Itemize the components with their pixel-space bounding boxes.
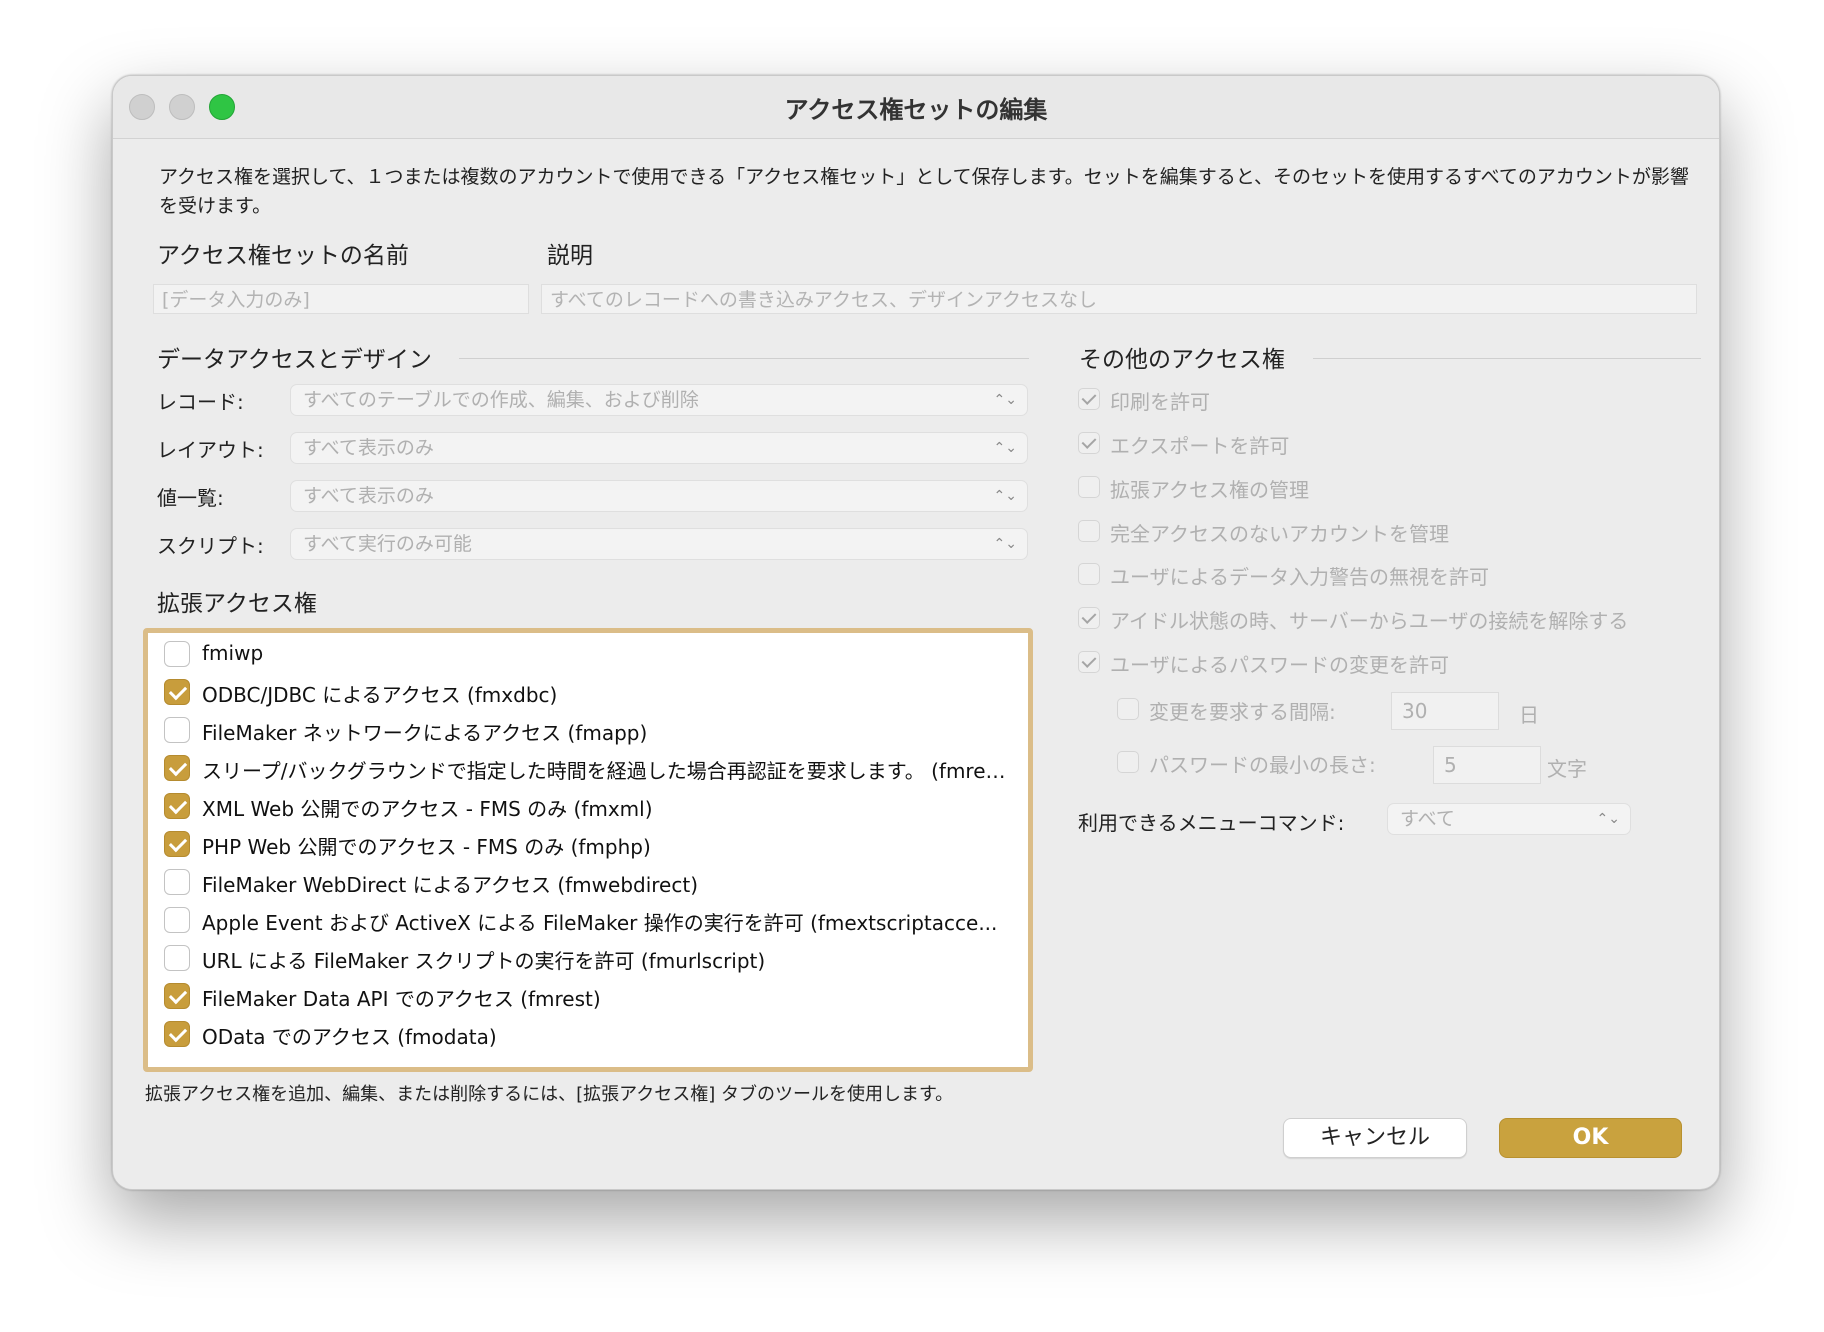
titlebar: アクセス権セットの編集 xyxy=(113,76,1719,139)
layouts-popup[interactable]: すべて表示のみ ⌃⌄ xyxy=(290,432,1028,464)
records-value: すべてのテーブルでの作成、編集、および削除 xyxy=(303,389,699,411)
list-item[interactable]: スリープ/バックグラウンドで指定した時間を経過した場合再認証を要求します。 (f… xyxy=(164,751,1024,787)
ok-button[interactable]: OK xyxy=(1499,1118,1682,1158)
layouts-value: すべて表示のみ xyxy=(303,437,434,459)
scripts-label: スクリプト: xyxy=(157,534,264,558)
change-interval-label: 変更を要求する間隔: xyxy=(1149,700,1336,724)
checkbox-fmapp[interactable] xyxy=(164,717,190,743)
list-item[interactable]: FileMaker ネットワークによるアクセス (fmapp) xyxy=(164,713,1024,749)
checkbox-fmurlscript[interactable] xyxy=(164,945,190,971)
disconnect-idle-label: アイドル状態の時、サーバーからユーザの接続を解除する xyxy=(1110,609,1629,633)
description-field[interactable]: すべてのレコードへの書き込みアクセス、デザインアクセスなし xyxy=(541,284,1697,314)
min-length-label: パスワードの最小の長さ: xyxy=(1149,753,1376,777)
up-down-arrows-icon: ⌃⌄ xyxy=(993,488,1017,504)
up-down-arrows-icon: ⌃⌄ xyxy=(993,440,1017,456)
value-lists-label: 値一覧: xyxy=(157,486,224,510)
description-label: 説明 xyxy=(547,243,593,269)
data-access-title: データアクセスとデザイン xyxy=(157,347,432,373)
window-title: アクセス権セットの編集 xyxy=(784,96,1048,124)
up-down-arrows-icon: ⌃⌄ xyxy=(993,536,1017,552)
item-label: ODBC/JDBC によるアクセス (fmxdbc) xyxy=(202,683,558,707)
checkbox-fmxdbc[interactable] xyxy=(164,679,190,705)
item-label: スリープ/バックグラウンドで指定した時間を経過した場合再認証を要求します。 (f… xyxy=(202,759,1012,783)
checkbox-min-length[interactable] xyxy=(1117,751,1139,773)
records-label: レコード: xyxy=(157,390,244,414)
value-lists-popup[interactable]: すべて表示のみ ⌃⌄ xyxy=(290,480,1028,512)
checkbox-override-validation[interactable] xyxy=(1078,563,1100,585)
other-privileges-title: その他のアクセス権 xyxy=(1079,347,1285,373)
name-field[interactable]: [データ入力のみ] xyxy=(153,284,529,314)
list-item[interactable]: PHP Web 公開でのアクセス - FMS のみ (fmphp) xyxy=(164,827,1024,863)
override-validation-label: ユーザによるデータ入力警告の無視を許可 xyxy=(1110,565,1489,589)
checkbox-fmextscriptaccess[interactable] xyxy=(164,907,190,933)
extended-privileges-note: 拡張アクセス権を追加、編集、または削除するには、[拡張アクセス権] タブのツール… xyxy=(145,1084,954,1105)
list-item[interactable]: fmiwp xyxy=(164,637,1024,673)
menu-commands-label: 利用できるメニューコマンド: xyxy=(1078,811,1345,835)
checkbox-fmiwp[interactable] xyxy=(164,641,190,667)
layouts-label: レイアウト: xyxy=(157,438,264,462)
checkbox-fmrest[interactable] xyxy=(164,983,190,1009)
value-lists-value: すべて表示のみ xyxy=(303,485,434,507)
checkbox-change-interval[interactable] xyxy=(1117,698,1139,720)
menu-commands-popup[interactable]: すべて ⌃⌄ xyxy=(1387,803,1631,835)
item-label: FileMaker Data API でのアクセス (fmrest) xyxy=(202,987,601,1011)
checkbox-fmreauthenticate[interactable] xyxy=(164,755,190,781)
menu-commands-value: すべて xyxy=(1400,808,1455,830)
allow-exporting-label: エクスポートを許可 xyxy=(1110,434,1290,458)
list-item[interactable]: ODBC/JDBC によるアクセス (fmxdbc) xyxy=(164,675,1024,711)
name-label: アクセス権セットの名前 xyxy=(157,243,409,269)
item-label: FileMaker ネットワークによるアクセス (fmapp) xyxy=(202,721,648,745)
checkbox-fmwebdirect[interactable] xyxy=(164,869,190,895)
allow-printing-label: 印刷を許可 xyxy=(1110,390,1210,414)
up-down-arrows-icon: ⌃⌄ xyxy=(1596,811,1620,827)
item-label: OData でのアクセス (fmodata) xyxy=(202,1025,497,1049)
scripts-popup[interactable]: すべて実行のみ可能 ⌃⌄ xyxy=(290,528,1028,560)
scripts-value: すべて実行のみ可能 xyxy=(303,533,472,555)
days-unit-label: 日 xyxy=(1519,703,1539,727)
records-popup[interactable]: すべてのテーブルでの作成、編集、および削除 ⌃⌄ xyxy=(290,384,1028,416)
item-label: XML Web 公開でのアクセス - FMS のみ (fmxml) xyxy=(202,797,653,821)
checkbox-allow-password-change[interactable] xyxy=(1078,651,1100,673)
divider xyxy=(459,358,1029,359)
extended-privileges-list: fmiwp ODBC/JDBC によるアクセス (fmxdbc) FileMak… xyxy=(143,628,1033,1072)
item-label: FileMaker WebDirect によるアクセス (fmwebdirect… xyxy=(202,873,698,897)
item-label: URL による FileMaker スクリプトの実行を許可 (fmurlscri… xyxy=(202,949,766,973)
up-down-arrows-icon: ⌃⌄ xyxy=(993,392,1017,408)
item-label: Apple Event および ActiveX による FileMaker 操作… xyxy=(202,911,998,935)
list-item[interactable]: FileMaker Data API でのアクセス (fmrest) xyxy=(164,979,1024,1015)
checkbox-fmphp[interactable] xyxy=(164,831,190,857)
checkbox-manage-accounts[interactable] xyxy=(1078,520,1100,542)
checkbox-manage-extended-privileges[interactable] xyxy=(1078,476,1100,498)
checkbox-allow-printing[interactable] xyxy=(1078,388,1100,410)
list-item[interactable]: Apple Event および ActiveX による FileMaker 操作… xyxy=(164,903,1024,939)
checkbox-fmxml[interactable] xyxy=(164,793,190,819)
list-item[interactable]: FileMaker WebDirect によるアクセス (fmwebdirect… xyxy=(164,865,1024,901)
list-item[interactable]: URL による FileMaker スクリプトの実行を許可 (fmurlscri… xyxy=(164,941,1024,977)
item-label: fmiwp xyxy=(202,641,264,665)
checkbox-fmodata[interactable] xyxy=(164,1021,190,1047)
checkbox-allow-exporting[interactable] xyxy=(1078,432,1100,454)
edit-privilege-set-dialog: アクセス権セットの編集 アクセス権を選択して、１つまたは複数のアカウントで使用で… xyxy=(112,75,1720,1190)
list-item[interactable]: OData でのアクセス (fmodata) xyxy=(164,1017,1024,1053)
manage-extended-privileges-label: 拡張アクセス権の管理 xyxy=(1110,478,1309,502)
item-label: PHP Web 公開でのアクセス - FMS のみ (fmphp) xyxy=(202,835,651,859)
change-interval-field[interactable]: 30 xyxy=(1391,692,1499,730)
intro-text: アクセス権を選択して、１つまたは複数のアカウントで使用できる「アクセス権セット」… xyxy=(159,166,1689,217)
cancel-button[interactable]: キャンセル xyxy=(1283,1118,1467,1158)
manage-accounts-label: 完全アクセスのないアカウントを管理 xyxy=(1110,522,1449,546)
list-item[interactable]: XML Web 公開でのアクセス - FMS のみ (fmxml) xyxy=(164,789,1024,825)
allow-password-change-label: ユーザによるパスワードの変更を許可 xyxy=(1110,653,1449,677)
min-length-field[interactable]: 5 xyxy=(1433,746,1541,784)
extended-privileges-title: 拡張アクセス権 xyxy=(157,591,317,617)
divider xyxy=(1313,358,1701,359)
checkbox-disconnect-idle[interactable] xyxy=(1078,607,1100,629)
characters-unit-label: 文字 xyxy=(1547,757,1587,781)
